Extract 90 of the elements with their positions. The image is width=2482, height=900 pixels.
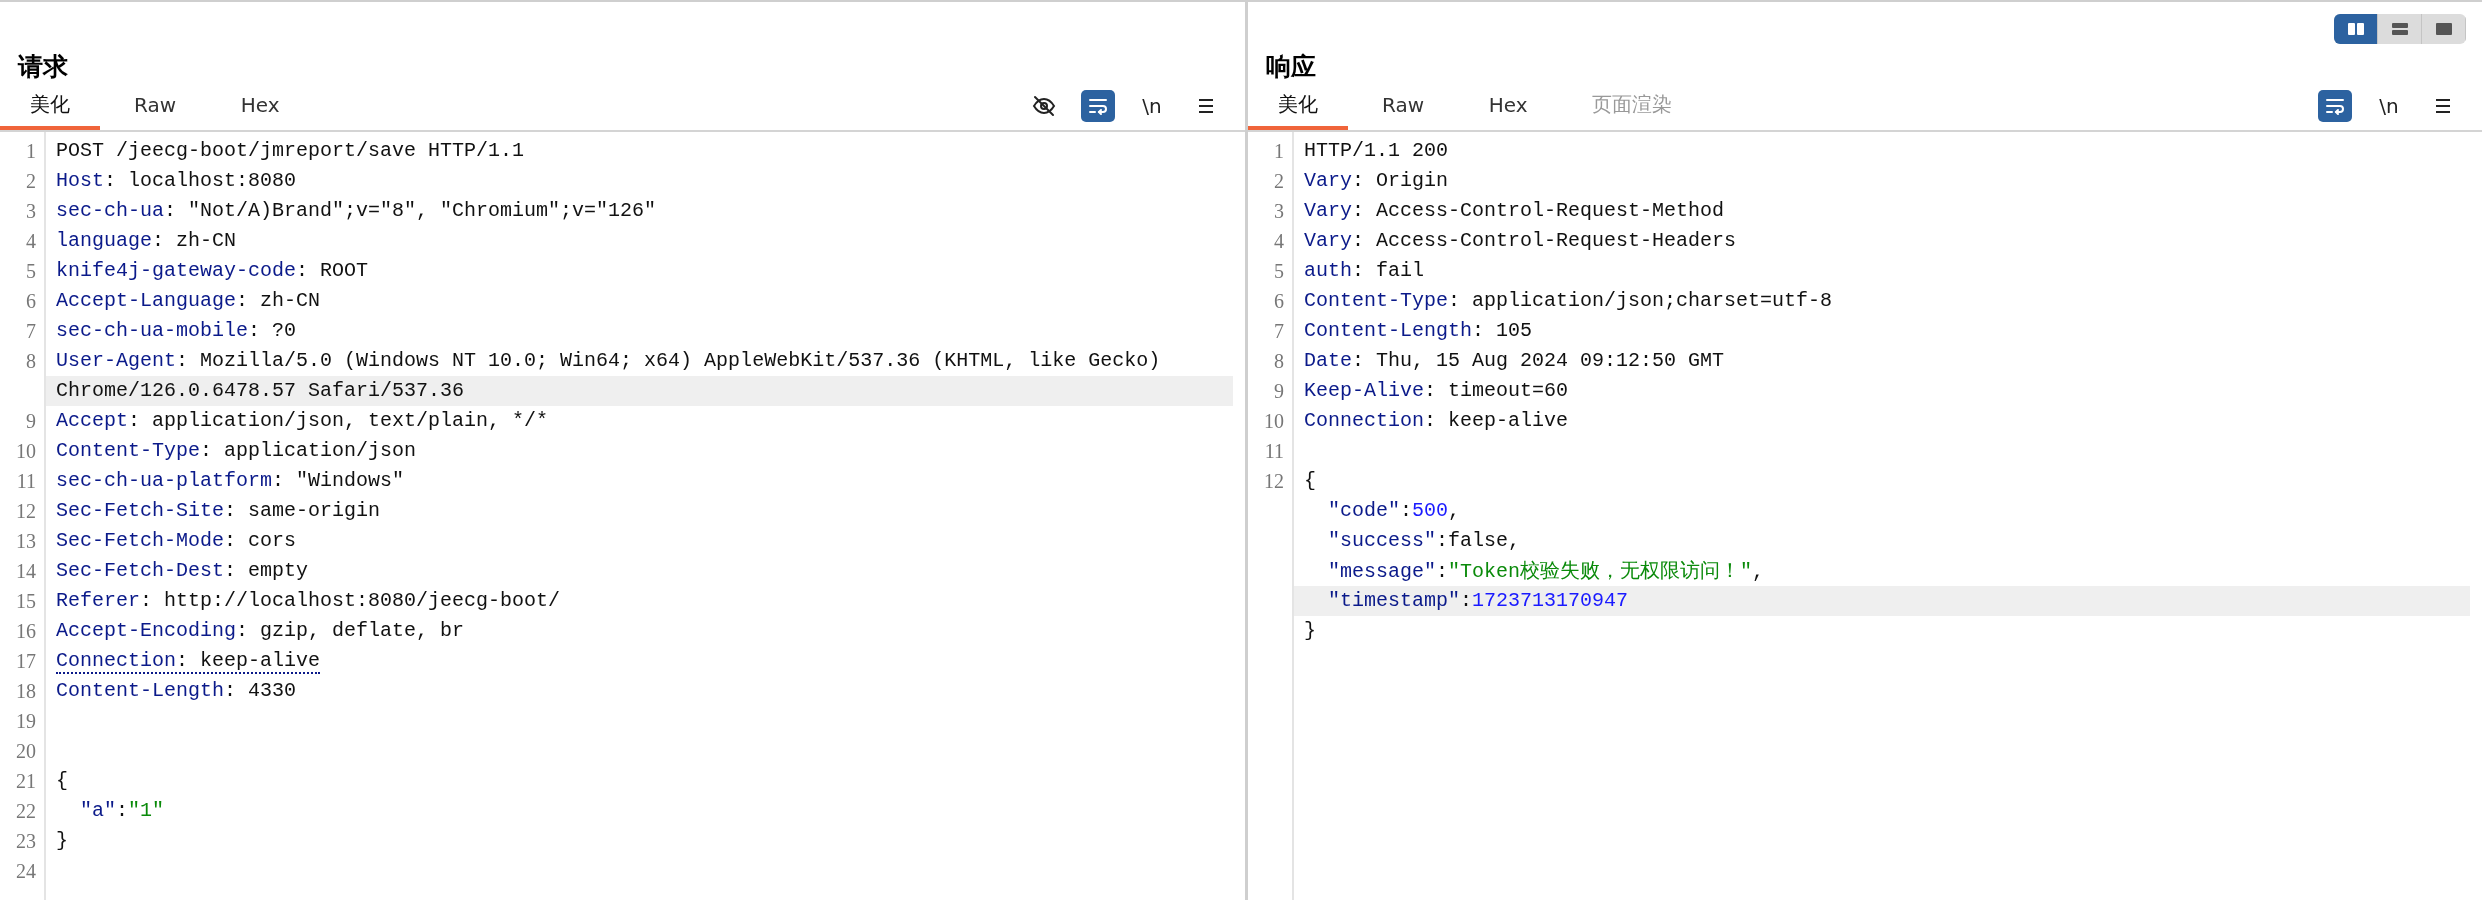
code-line: sec-ch-ua-mobile: ?0 [56, 318, 297, 344]
code-line: language: zh-CN [56, 228, 237, 254]
code-line: "a":"1" [79, 798, 165, 824]
line-number: 22 [15, 799, 36, 823]
code-line: Connection: keep-alive [56, 648, 321, 674]
line-number: 6 [25, 289, 36, 313]
line-number: 16 [15, 619, 36, 643]
line-number: 11 [1263, 439, 1284, 463]
line-number: 2 [25, 169, 36, 193]
code-line: Connection: keep-alive [1304, 408, 1569, 434]
code-line: Accept: application/json, text/plain, */* [56, 408, 549, 434]
tab[interactable]: Raw [104, 85, 207, 130]
code-line: Sec-Fetch-Site: same-origin [56, 498, 381, 524]
code-line: { [1304, 468, 1316, 494]
code-line: "success":false, [1327, 528, 1521, 554]
code-line: Sec-Fetch-Dest: empty [56, 558, 309, 584]
tab[interactable]: 美化 [1248, 85, 1348, 130]
panel-title: 请求 [18, 51, 68, 83]
code-line: Content-Type: application/json;charset=utf-8 [1304, 288, 1833, 314]
code-line: "timestamp":1723713170947 [1327, 588, 1629, 614]
line-number: 5 [1273, 259, 1284, 283]
code-line: auth: fail [1304, 258, 1425, 284]
line-number: 17 [15, 649, 36, 673]
line-number: 2 [1273, 169, 1284, 193]
panel-title: 响应 [1266, 51, 1316, 83]
line-number: 3 [25, 199, 36, 223]
line-number: 24 [15, 859, 36, 883]
line-number: 7 [25, 319, 36, 343]
code-line: "message":"Token校验失败，无权限访问！", [1327, 558, 1765, 585]
line-number: 11 [15, 469, 36, 493]
line-number: 1 [1273, 139, 1284, 163]
line-number: 19 [15, 709, 36, 733]
code-line: Vary: Access-Control-Request-Method [1304, 198, 1725, 224]
code-line: knife4j-gateway-code: ROOT [56, 258, 369, 284]
two-columns-icon [2345, 21, 2366, 37]
code-line: sec-ch-ua: "Not/A)Brand";v="8", "Chromium";v="126" [56, 198, 657, 224]
code-line: } [1304, 618, 1316, 644]
line-number: 8 [25, 349, 36, 373]
code-line: HTTP/1.1 200 [1304, 138, 1449, 164]
line-number: 1 [25, 139, 36, 163]
line-number: 21 [15, 769, 36, 793]
line-number: 4 [1273, 229, 1284, 253]
line-number: 5 [25, 259, 36, 283]
code-line: POST /jeecg-boot/jmreport/save HTTP/1.1 [56, 138, 525, 164]
newline-toggle[interactable]: \n [1135, 90, 1169, 122]
line-number: 15 [15, 589, 36, 613]
line-number: 9 [25, 409, 36, 433]
code-line: Accept-Encoding: gzip, deflate, br [56, 618, 465, 644]
single-pane-icon [2433, 21, 2454, 37]
code-line: "code":500, [1327, 498, 1461, 524]
line-number: 23 [15, 829, 36, 853]
tab[interactable]: Hex [1458, 85, 1559, 130]
columns-layout-button[interactable] [2334, 14, 2378, 44]
newline-toggle[interactable]: \n [2372, 90, 2406, 122]
code-line: Date: Thu, 15 Aug 2024 09:12:50 GMT [1304, 348, 1725, 374]
line-number: 10 [1263, 409, 1284, 433]
code-line: { [56, 768, 68, 794]
code-line: Keep-Alive: timeout=60 [1304, 378, 1569, 404]
code-line: Vary: Origin [1304, 168, 1449, 194]
line-number: 6 [1273, 289, 1284, 313]
line-number: 12 [15, 499, 36, 523]
code-line: Accept-Language: zh-CN [56, 288, 321, 314]
code-line: Vary: Access-Control-Request-Headers [1304, 228, 1737, 254]
code-line: User-Agent: Mozilla/5.0 (Windows NT 10.0; Win64; x64) AppleWebKit/537.36 (KHTML, like Gecko) [56, 348, 1161, 374]
code-line: Content-Length: 4330 [56, 678, 297, 704]
text-wrap-icon[interactable] [1081, 90, 1115, 122]
line-number: 18 [15, 679, 36, 703]
code-line: Chrome/126.0.6478.57 Safari/537.36 [56, 378, 465, 404]
line-number: 4 [25, 229, 36, 253]
line-number: 8 [1273, 349, 1284, 373]
line-number: 14 [15, 559, 36, 583]
line-number: 20 [15, 739, 36, 763]
code-line: Content-Length: 105 [1304, 318, 1533, 344]
line-number: 7 [1273, 319, 1284, 343]
line-number: 3 [1273, 199, 1284, 223]
line-number: 9 [1273, 379, 1284, 403]
text-wrap-icon[interactable] [2318, 90, 2352, 122]
code-line: Host: localhost:8080 [56, 168, 297, 194]
code-line: Content-Type: application/json [56, 438, 417, 464]
tab[interactable]: Hex [210, 85, 311, 130]
line-number: 10 [15, 439, 36, 463]
tab[interactable]: 美化 [0, 85, 100, 130]
tab[interactable]: Raw [1352, 85, 1455, 130]
code-line: sec-ch-ua-platform: "Windows" [56, 468, 405, 494]
code-line: Referer: http://localhost:8080/jeecg-boot/ [56, 588, 561, 614]
two-rows-icon [2389, 21, 2410, 37]
code-line: Sec-Fetch-Mode: cors [56, 528, 297, 554]
line-number: 12 [1263, 469, 1284, 493]
code-line: } [56, 828, 68, 854]
line-number: 13 [15, 529, 36, 553]
